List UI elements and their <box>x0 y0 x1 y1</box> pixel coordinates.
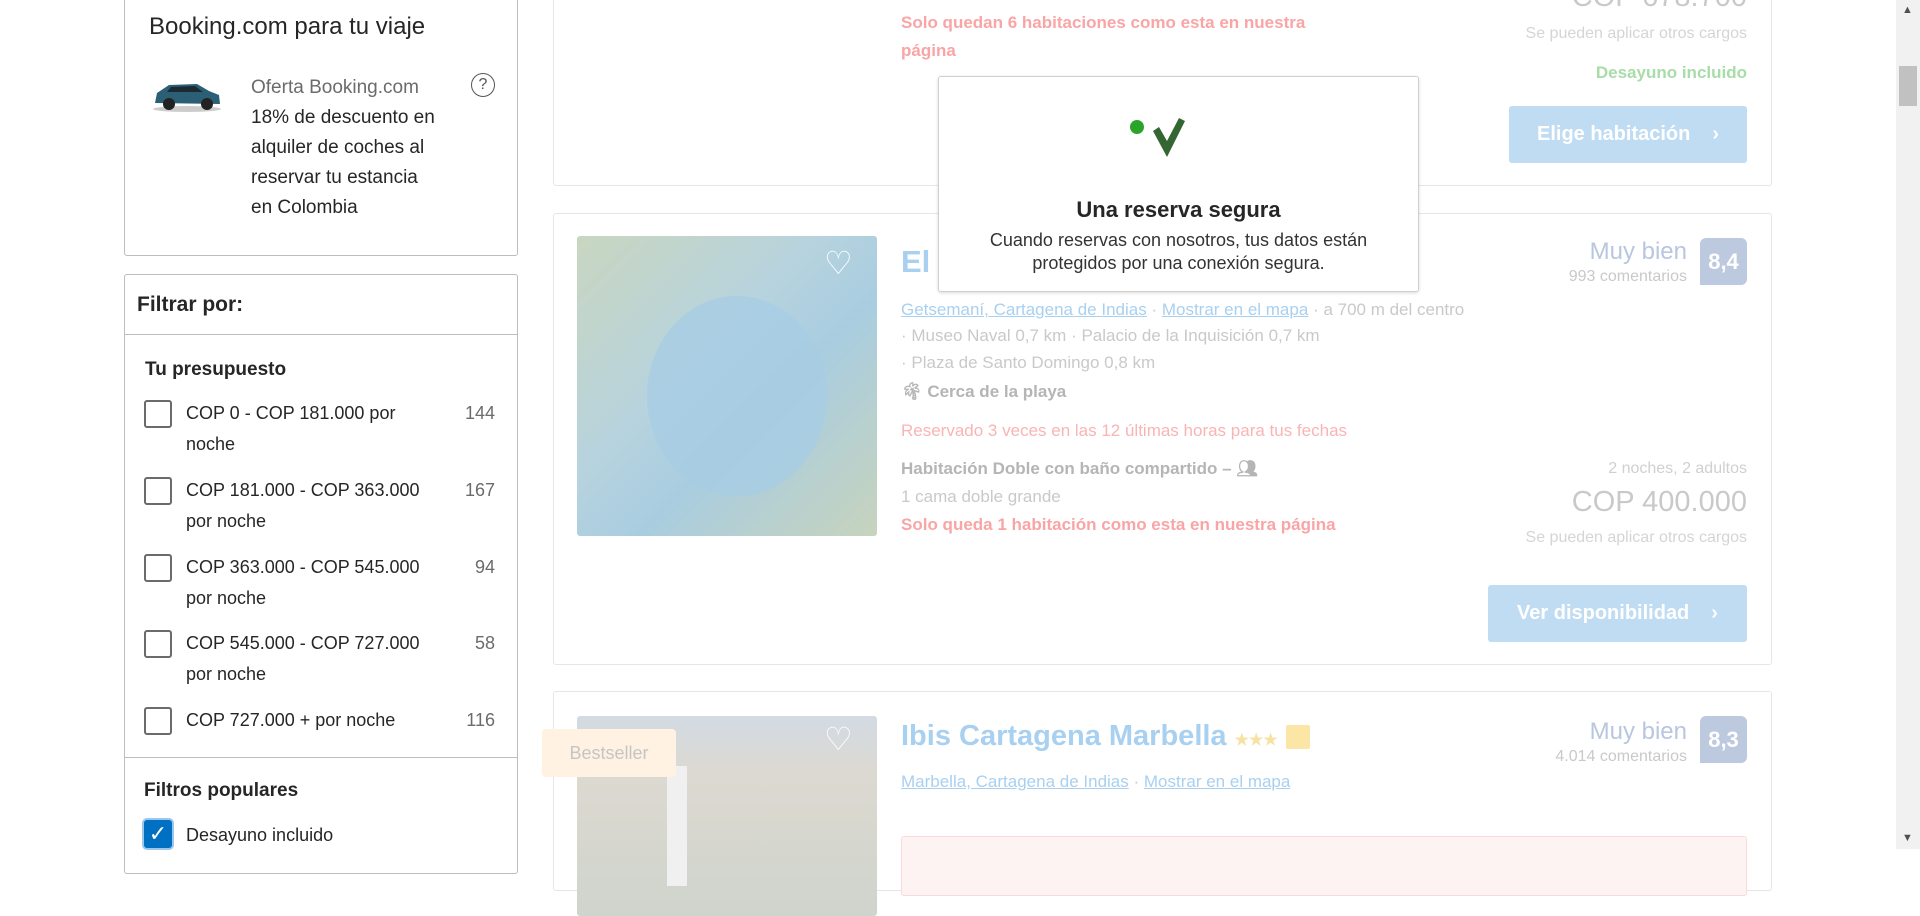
location-line: Getsemaní, Cartagena de Indias · Mostrar… <box>901 300 1465 319</box>
heart-icon[interactable]: ♡ <box>824 244 853 282</box>
checkbox[interactable] <box>144 554 172 582</box>
landmarks: · Museo Naval 0,7 km · Palacio de la Inq… <box>901 326 1320 372</box>
offers-title: Ofertas exclusivas de Booking.com para t… <box>149 0 426 40</box>
offer-text: 18% de descuento en alquiler de coches a… <box>251 107 435 218</box>
secure-check-icon <box>1125 115 1215 164</box>
breakfast-included: Desayuno incluido <box>1595 63 1747 82</box>
offers-box: Ofertas exclusivas de Booking.com para t… <box>124 0 518 256</box>
scrollbar-thumb[interactable] <box>1899 66 1917 106</box>
chevron-right-icon: › <box>1711 602 1718 624</box>
rating-word: Muy bien <box>1589 238 1687 265</box>
thumbs-up-icon <box>1285 725 1310 750</box>
star-rating: ★★★ <box>1234 732 1278 749</box>
check-availability-button[interactable]: Ver disponibilidad › <box>1488 585 1747 642</box>
divider <box>124 757 518 758</box>
scrollbar[interactable]: ▲ ▼ <box>1896 0 1920 849</box>
checkbox[interactable] <box>144 707 172 735</box>
charges-note: Se pueden aplicar otros cargos <box>1525 529 1747 546</box>
checkbox[interactable] <box>144 477 172 505</box>
property-title-line: Ibis Cartagena Marbella ★★★ <box>901 720 1310 753</box>
charges-note: Se pueden aplicar otros cargos <box>1525 25 1747 42</box>
secure-booking-popup: Una reserva segura Cuando reservas con n… <box>938 76 1419 292</box>
score-badge: 8,4 <box>1700 238 1747 285</box>
property-title[interactable]: Ibis Cartagena Marbella <box>901 720 1227 752</box>
price: COP 678.700 <box>1572 0 1747 14</box>
car-image <box>151 77 223 113</box>
choose-room-button[interactable]: Elige habitación › <box>1509 106 1747 163</box>
popup-text: Cuando reservas con nosotros, tus datos … <box>989 230 1368 273</box>
budget-title: Tu presupuesto <box>145 359 287 380</box>
stay-info: 2 noches, 2 adultos <box>1608 460 1747 477</box>
property-card: ♡ Bestseller Ibis Cartagena Marbella ★★★… <box>542 691 1772 916</box>
rating-word: Muy bien <box>1589 718 1687 745</box>
distance: a 700 m del centro <box>1323 300 1465 319</box>
scroll-up-arrow[interactable]: ▲ <box>1902 4 1913 16</box>
location-link[interactable]: Getsemaní, Cartagena de Indias <box>901 300 1147 319</box>
review-count: 993 comentarios <box>1568 268 1687 285</box>
checkbox-checked[interactable]: ✓ <box>144 820 172 848</box>
availability-text: Solo quedan 6 habitaciones como esta en … <box>901 13 1306 60</box>
review-count: 4.014 comentarios <box>1555 748 1687 765</box>
filter-title: Filtrar por: <box>137 293 244 316</box>
availability-text: Solo queda 1 habitación como esta en nue… <box>901 515 1336 534</box>
beach-label: 🌴︎ Cerca de la playa <box>901 382 1067 401</box>
offer-label: Oferta Booking.com <box>251 77 419 98</box>
help-icon[interactable]: ? <box>471 73 495 97</box>
chevron-right-icon: › <box>1712 123 1720 145</box>
count: 116 <box>466 710 495 730</box>
popup-title: Una reserva segura <box>1076 197 1281 222</box>
count: 167 <box>464 480 495 500</box>
show-map-link[interactable]: Mostrar en el mapa <box>1144 772 1290 791</box>
popular-title: Filtros populares <box>144 780 299 801</box>
palm-tree-icon: 🌴︎ <box>901 382 923 401</box>
checkbox[interactable] <box>144 630 172 658</box>
location-line: Marbella, Cartagena de Indias · Mostrar … <box>901 772 1291 791</box>
bed-info: 1 cama doble grande <box>901 487 1061 506</box>
bestseller-badge: Bestseller <box>542 729 676 777</box>
price: COP 400.000 <box>1571 486 1747 518</box>
notice-box <box>901 836 1747 896</box>
count: 144 <box>464 403 495 423</box>
location-link[interactable]: Marbella, Cartagena de Indias <box>901 772 1129 791</box>
scroll-down-arrow[interactable]: ▼ <box>1902 832 1913 844</box>
score-badge: 8,3 <box>1700 716 1747 763</box>
heart-icon[interactable]: ♡ <box>824 720 853 758</box>
count: 58 <box>474 633 495 653</box>
show-map-link[interactable]: Mostrar en el mapa <box>1162 300 1308 319</box>
divider <box>125 334 517 335</box>
booked-note: Reservado 3 veces en las 12 últimas hora… <box>901 421 1348 440</box>
count: 94 <box>474 557 495 577</box>
checkbox[interactable] <box>144 400 172 428</box>
two-guests-icon: 👥︎ <box>1236 459 1258 478</box>
room-name: Habitación Doble con baño compartido – 👥… <box>901 459 1258 478</box>
